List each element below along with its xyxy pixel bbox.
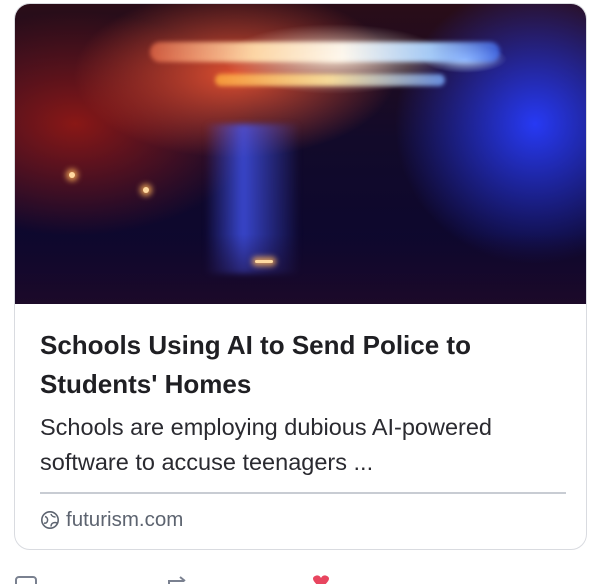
- heart-icon: [313, 575, 329, 584]
- repost-button[interactable]: [166, 572, 190, 584]
- article-title[interactable]: Schools Using AI to Send Police to Stude…: [40, 326, 560, 404]
- article-source[interactable]: futurism.com: [40, 508, 183, 532]
- article-image: [15, 4, 586, 304]
- reply-button[interactable]: [14, 572, 38, 584]
- globe-icon: [40, 510, 60, 530]
- reply-icon: [15, 576, 37, 584]
- divider: [40, 492, 566, 494]
- article-description: Schools are employing dubious AI-powered…: [40, 414, 492, 475]
- link-preview-card[interactable]: Schools Using AI to Send Police to Stude…: [14, 3, 587, 550]
- source-domain: futurism.com: [66, 508, 184, 531]
- like-button[interactable]: [309, 572, 333, 584]
- post-action-bar: [14, 572, 574, 584]
- repost-icon: [168, 576, 186, 584]
